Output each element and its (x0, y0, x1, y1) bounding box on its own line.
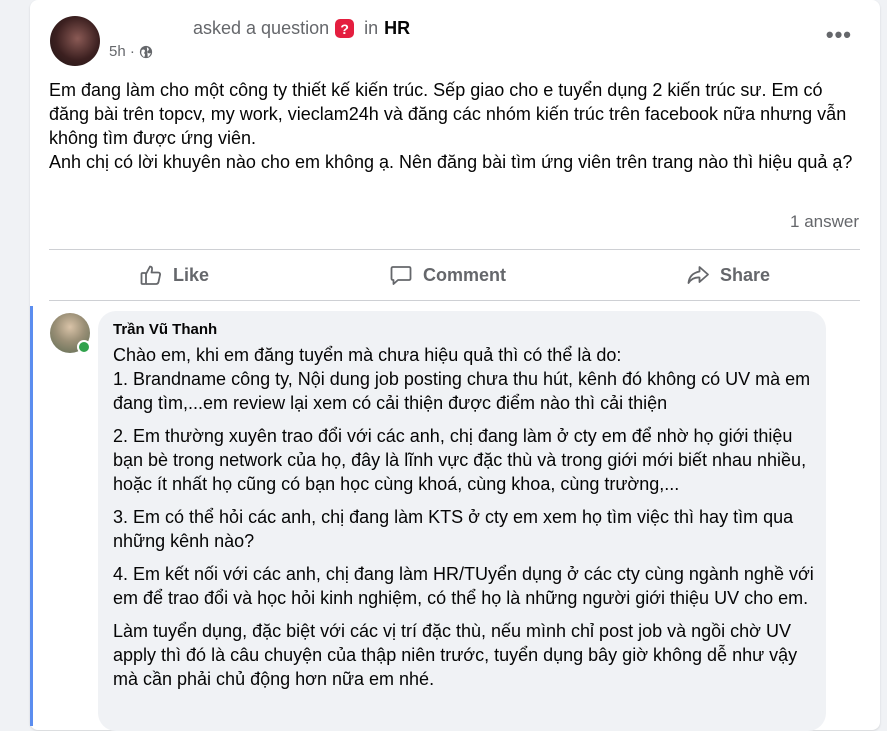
share-button[interactable]: Share (686, 263, 770, 287)
thread-line (30, 306, 33, 726)
post-paragraph: Anh chị có lời khuyên nào cho em không ạ… (49, 152, 853, 172)
comment-icon (390, 266, 412, 285)
author-avatar[interactable] (50, 16, 100, 66)
divider (49, 249, 860, 250)
post-card: asked a question ? in HR 5h · ••• Em đan… (30, 0, 880, 731)
online-status-dot (77, 340, 91, 354)
share-icon (687, 266, 709, 284)
answer-count-link[interactable]: 1 answer (790, 212, 859, 232)
post-timestamp[interactable]: 5h · (109, 43, 153, 60)
divider (49, 300, 860, 301)
comment-label[interactable]: Comment (423, 265, 506, 286)
more-options-button[interactable]: ••• (826, 24, 852, 46)
comment-paragraph: Làm tuyển dụng, đặc biệt với các vị trí … (113, 621, 798, 689)
in-text: in (364, 18, 379, 38)
thumbs-up-icon (140, 265, 161, 285)
post-body: Em đang làm cho một công ty thiết kế kiế… (49, 78, 861, 174)
question-icon: ? (335, 19, 355, 38)
group-link[interactable]: HR (384, 18, 410, 39)
comment-body: Chào em, khi em đăng tuyển mà chưa hiệu … (113, 343, 818, 700)
comment-button[interactable]: Comment (389, 263, 506, 287)
comment-paragraph: 2. Em thường xuyên trao đổi với các anh,… (113, 426, 807, 494)
post-header: asked a question ? in HR (193, 18, 410, 39)
comment-paragraph: Chào em, khi em đăng tuyển mà chưa hiệu … (113, 345, 811, 413)
share-label[interactable]: Share (720, 265, 770, 286)
post-actions: Like Comment Share (49, 252, 860, 298)
comment-paragraph: 4. Em kết nối với các anh, chị đang làm … (113, 564, 814, 608)
asked-text: asked a question (193, 18, 330, 38)
globe-icon (139, 45, 152, 58)
like-button[interactable]: Like (139, 263, 209, 287)
comment-paragraph: 3. Em có thể hỏi các anh, chị đang làm K… (113, 507, 794, 551)
comment-author[interactable]: Trần Vũ Thanh (113, 321, 217, 338)
time-text[interactable]: 5h · (109, 43, 135, 60)
like-label[interactable]: Like (173, 265, 209, 286)
post-paragraph: Em đang làm cho một công ty thiết kế kiế… (49, 80, 847, 148)
